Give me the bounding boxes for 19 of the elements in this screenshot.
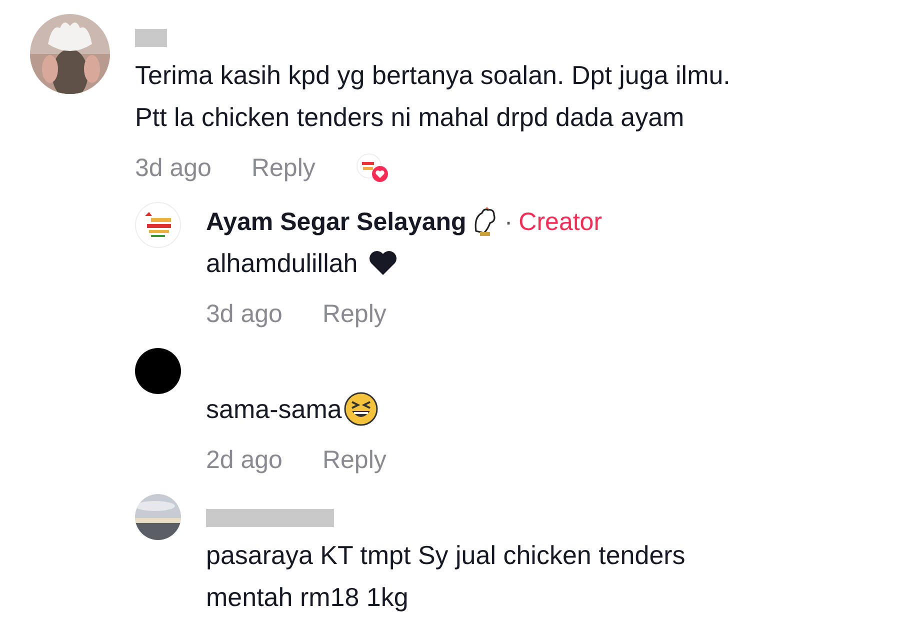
comment-text: Ptt la chicken tenders ni mahal drpd dada ayam xyxy=(135,101,684,134)
avatar xyxy=(135,348,181,394)
heart-icon xyxy=(368,250,398,276)
comment-text: pasaraya KT tmpt Sy jual chicken tenders xyxy=(206,539,686,572)
laughing-face-icon xyxy=(344,392,378,426)
creator-label: Creator xyxy=(518,208,602,236)
timestamp: 3d ago xyxy=(135,154,212,182)
reply-button[interactable]: Reply xyxy=(322,446,386,474)
reply-button[interactable]: Reply xyxy=(322,300,386,328)
comment-text: sama-sama xyxy=(206,393,342,426)
username[interactable]: Ayam Segar Selayang xyxy=(206,208,466,236)
timestamp: 3d ago xyxy=(206,300,282,328)
reply-button[interactable]: Reply xyxy=(251,154,316,182)
comment-text: Terima kasih kpd yg bertanya soalan. Dpt juga ilmu. xyxy=(135,59,730,92)
comment-text: mentah rm18 1kg xyxy=(206,581,408,614)
separator-dot: · xyxy=(504,208,513,236)
rooster-icon xyxy=(472,207,498,237)
timestamp: 2d ago xyxy=(206,446,282,474)
comment-text: alhamdulillah xyxy=(206,247,358,280)
